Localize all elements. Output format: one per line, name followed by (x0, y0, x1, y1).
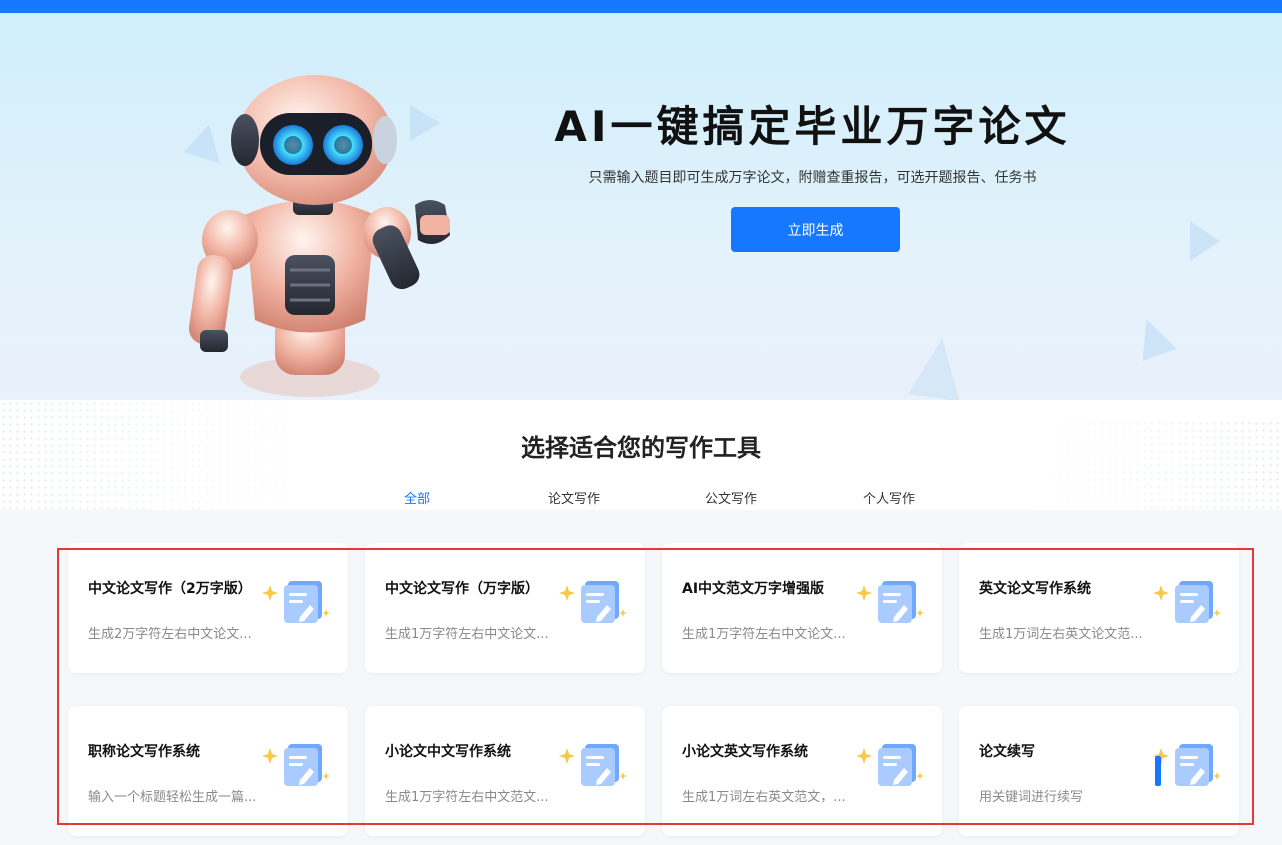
tool-card-description: 生成1万字符左右中文论文... (385, 627, 549, 642)
document-edit-icon (1153, 581, 1221, 623)
document-edit-icon (262, 581, 330, 623)
decor-triangle (908, 334, 968, 400)
section-title: 选择适合您的写作工具 (521, 434, 761, 462)
tool-card[interactable]: 论文续写用关键词进行续写 (959, 706, 1239, 836)
tool-card[interactable]: 中文论文写作（万字版） 生成1万字符左右中文论文... (365, 543, 645, 673)
tool-card-description: 生成1万词左右英文论文范... (979, 627, 1143, 642)
document-edit-icon (856, 581, 924, 623)
document-edit-icon (559, 744, 627, 786)
sparkle-icon (1153, 585, 1169, 601)
sparkle-icon (262, 748, 278, 764)
document-edit-icon (262, 744, 330, 786)
tools-section-header: 选择适合您的写作工具 全部 论文写作 公文写作 个人写作 (0, 400, 1282, 510)
hero-banner: AI一键搞定毕业万字论文 只需输入题目即可生成万字论文，附赠查重报告，可选开题报… (0, 13, 1282, 400)
document-edit-icon (856, 744, 924, 786)
top-accent-bar (0, 0, 1282, 13)
hero-title: AI一键搞定毕业万字论文 (554, 102, 1071, 151)
sparkle-icon (856, 585, 872, 601)
tool-card-description: 输入一个标题轻松生成一篇... (88, 790, 257, 805)
tool-card-title: 小论文英文写作系统 (682, 744, 808, 760)
tool-card-title: 英文论文写作系统 (979, 581, 1091, 597)
tool-card[interactable]: 中文论文写作（2万字版） 生成2万字符左右中文论文... (68, 543, 348, 673)
tool-card-description: 用关键词进行续写 (979, 790, 1084, 805)
tool-card[interactable]: 小论文中文写作系统生成1万字符左右中文范文... (365, 706, 645, 836)
decor-triangle (1129, 312, 1177, 362)
tool-card-title: 论文续写 (979, 744, 1035, 760)
sparkle-icon (559, 748, 575, 764)
sparkle-icon (262, 585, 278, 601)
tab-personal-writing[interactable]: 个人写作 (863, 488, 915, 507)
tool-card-title: 职称论文写作系统 (88, 744, 200, 760)
tab-official-writing[interactable]: 公文写作 (705, 488, 757, 507)
sparkle-icon (856, 748, 872, 764)
tool-card[interactable]: 小论文英文写作系统生成1万词左右英文范文，... (662, 706, 942, 836)
tool-card[interactable]: AI中文范文万字增强版生成1万字符左右中文论文... (662, 543, 942, 673)
tool-card-title: 中文论文写作（万字版） (385, 581, 539, 597)
tool-card-description: 生成1万字符左右中文范文... (385, 790, 549, 805)
sparkle-icon (559, 585, 575, 601)
tab-paper-writing[interactable]: 论文写作 (548, 488, 600, 507)
tool-card-title: 中文论文写作（2万字版） (88, 581, 252, 597)
generate-now-button[interactable]: 立即生成 (731, 207, 900, 252)
tool-card-description: 生成2万字符左右中文论文... (88, 627, 252, 642)
tool-card-description: 生成1万词左右英文范文，... (682, 790, 846, 805)
tool-card-description: 生成1万字符左右中文论文... (682, 627, 846, 642)
tool-card-title: AI中文范文万字增强版 (682, 581, 825, 597)
tool-card[interactable]: 职称论文写作系统输入一个标题轻松生成一篇... (68, 706, 348, 836)
tool-card-title: 小论文中文写作系统 (385, 744, 511, 760)
tab-all[interactable]: 全部 (404, 488, 430, 507)
tool-card[interactable]: 英文论文写作系统生成1万词左右英文论文范... (959, 543, 1239, 673)
document-edit-icon (559, 581, 627, 623)
document-edit-icon (1153, 744, 1221, 786)
hero-subtitle: 只需输入题目即可生成万字论文，附赠查重报告，可选开题报告、任务书 (588, 170, 1037, 186)
robot-illustration (188, 75, 450, 397)
decor-triangle (1190, 221, 1220, 261)
